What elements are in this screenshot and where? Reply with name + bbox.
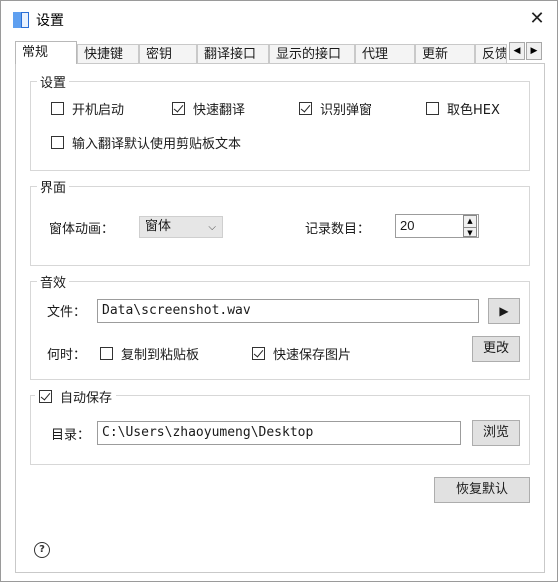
record-count-spinner[interactable]: ▲ ▼ — [463, 215, 477, 237]
when-label: 何时： — [47, 348, 87, 363]
autosave-box[interactable] — [39, 390, 52, 403]
settings-group: 设置 开机启动 快速翻译 识别弹窗 取色HEX 输入翻译默认使用剪贴板文本 — [30, 72, 530, 171]
tab-feedback[interactable]: 反馈 — [475, 44, 507, 63]
quick-translate-box[interactable] — [172, 102, 185, 115]
close-button[interactable]: ✕ — [526, 8, 548, 30]
default-clipboard-checkbox[interactable]: 输入翻译默认使用剪贴板文本 — [51, 133, 241, 152]
quick-save-image-label: 快速保存图片 — [273, 348, 352, 363]
quick-translate-label: 快速翻译 — [193, 103, 246, 118]
pick-color-hex-label: 取色HEX — [447, 103, 500, 118]
sound-file-input[interactable]: Data\screenshot.wav — [97, 299, 479, 323]
title-bar: 设置 ✕ — [1, 1, 557, 37]
recognize-popup-checkbox[interactable]: 识别弹窗 — [299, 99, 372, 118]
spin-down-icon[interactable]: ▼ — [464, 228, 476, 239]
sound-group: 音效 文件： Data\screenshot.wav ▶ 何时： 复制到粘贴板 … — [30, 272, 530, 380]
directory-label: 目录： — [51, 428, 91, 443]
default-clipboard-label: 输入翻译默认使用剪贴板文本 — [72, 137, 242, 152]
auto-start-label: 开机启动 — [72, 103, 125, 118]
animation-select-value: 窗体 — [145, 219, 172, 234]
settings-group-title: 设置 — [37, 72, 70, 91]
record-count-label: 记录数目： — [305, 222, 371, 237]
tab-scroll-right-button[interactable]: ▶ — [526, 42, 542, 60]
restore-defaults-button[interactable]: 恢复默认 — [434, 477, 530, 503]
tab-keys[interactable]: 密钥 — [139, 44, 197, 63]
auto-start-box[interactable] — [51, 102, 64, 115]
file-label: 文件： — [47, 305, 87, 320]
interface-group: 界面 窗体动画： 窗体 ⌵ 记录数目： 20 ▲ ▼ — [30, 177, 530, 266]
quick-save-image-checkbox[interactable]: 快速保存图片 — [252, 344, 351, 363]
recognize-popup-box[interactable] — [299, 102, 312, 115]
tab-scroll-left-button[interactable]: ◀ — [509, 42, 525, 60]
tab-hotkeys[interactable]: 快捷键 — [77, 44, 139, 63]
autosave-label: 自动保存 — [60, 391, 113, 406]
play-icon: ▶ — [499, 304, 509, 318]
interface-group-title: 界面 — [37, 177, 70, 196]
quick-save-image-box[interactable] — [252, 347, 265, 360]
copy-clipboard-box[interactable] — [100, 347, 113, 360]
app-icon — [13, 12, 29, 28]
chevron-down-icon: ⌵ — [208, 222, 216, 233]
copy-clipboard-label: 复制到粘贴板 — [121, 348, 200, 363]
general-tab-panel: 设置 开机启动 快速翻译 识别弹窗 取色HEX 输入翻译默认使用剪贴板文本 界面… — [15, 63, 545, 573]
browse-button[interactable]: 浏览 — [472, 420, 520, 446]
play-button[interactable]: ▶ — [488, 298, 520, 324]
default-clipboard-box[interactable] — [51, 136, 64, 149]
animation-select[interactable]: 窗体 ⌵ — [139, 216, 223, 238]
tab-update[interactable]: 更新 — [415, 44, 475, 63]
settings-window: 设置 ✕ 常规 快捷键 密钥 翻译接口 显示的接口 代理 更新 反馈 ◀ ▶ 设… — [0, 0, 558, 582]
spin-up-icon[interactable]: ▲ — [464, 216, 476, 228]
tab-strip: 常规 快捷键 密钥 翻译接口 显示的接口 代理 更新 反馈 ◀ ▶ — [15, 41, 547, 64]
tab-display-api[interactable]: 显示的接口 — [269, 44, 355, 63]
quick-translate-checkbox[interactable]: 快速翻译 — [172, 99, 245, 118]
help-icon[interactable]: ? — [34, 542, 50, 558]
window-title: 设置 — [36, 13, 64, 29]
animation-label: 窗体动画： — [49, 222, 115, 237]
recognize-popup-label: 识别弹窗 — [320, 103, 373, 118]
tab-general[interactable]: 常规 — [15, 41, 77, 64]
auto-start-checkbox[interactable]: 开机启动 — [51, 99, 124, 118]
tab-translate-api[interactable]: 翻译接口 — [197, 44, 269, 63]
pick-color-hex-checkbox[interactable]: 取色HEX — [426, 99, 500, 118]
copy-clipboard-checkbox[interactable]: 复制到粘贴板 — [100, 344, 199, 363]
tab-proxy[interactable]: 代理 — [355, 44, 415, 63]
pick-color-hex-box[interactable] — [426, 102, 439, 115]
autosave-group: 自动保存 目录： C:\Users\zhaoyumeng\Desktop 浏览 — [30, 387, 530, 465]
sound-group-title: 音效 — [37, 272, 70, 291]
directory-input[interactable]: C:\Users\zhaoyumeng\Desktop — [97, 421, 461, 445]
autosave-checkbox[interactable]: 自动保存 — [35, 387, 117, 406]
change-button[interactable]: 更改 — [472, 336, 520, 362]
